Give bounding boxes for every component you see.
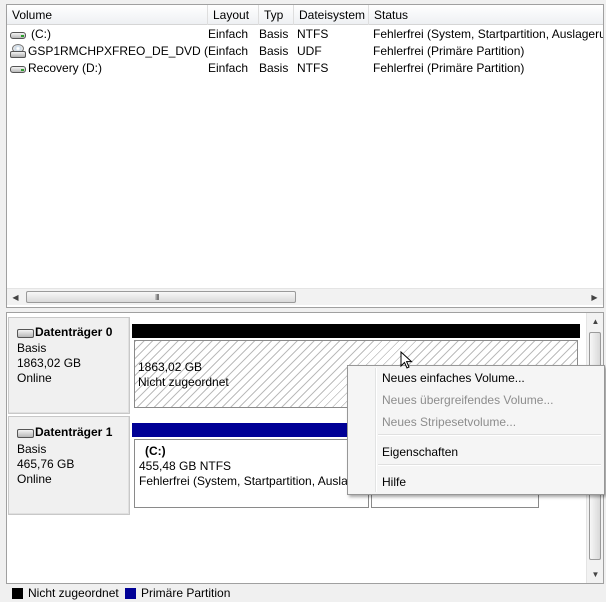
hard-drive-icon: [10, 30, 26, 40]
partition-size: 1863,02 GB: [138, 360, 203, 374]
column-header-status[interactable]: Status: [369, 5, 603, 25]
volume-name: (C:): [31, 27, 51, 41]
volume-layout: Einfach: [208, 44, 249, 58]
disk-type: Basis: [17, 442, 47, 456]
scroll-grip: III: [155, 293, 160, 302]
volume-layout: Einfach: [208, 61, 249, 75]
hard-drive-icon: [10, 64, 26, 74]
menu-separator: [378, 464, 601, 466]
partition-size: 455,48 GB NTFS: [139, 459, 232, 473]
scroll-up-button[interactable]: ▲: [587, 313, 603, 330]
context-menu[interactable]: Neues einfaches Volume... Neues übergrei…: [347, 365, 605, 495]
volume-dateisystem: NTFS: [297, 61, 329, 75]
volume-status: Fehlerfrei (Primäre Partition): [373, 61, 525, 75]
volume-typ: Basis: [259, 61, 289, 75]
volume-name: GSP1RMCHPXFREO_DE_DVD (E:): [28, 44, 208, 58]
volume-status: Fehlerfrei (Primäre Partition): [373, 44, 525, 58]
partition-c[interactable]: (C:) 455,48 GB NTFS Fehlerfrei (System, …: [134, 439, 369, 508]
mouse-pointer-icon: [400, 351, 413, 369]
disk-size: 1863,02 GB: [17, 356, 82, 370]
volume-row[interactable]: GSP1RMCHPXFREO_DE_DVD (E:) Einfach Basis…: [7, 43, 603, 60]
volume-status: Fehlerfrei (System, Startpartition, Ausl…: [373, 27, 604, 41]
volume-typ: Basis: [259, 27, 289, 41]
disk-state: Online: [17, 472, 52, 486]
volume-name: Recovery (D:): [28, 61, 103, 75]
menu-item-help[interactable]: Hilfe: [382, 474, 406, 490]
disk-type: Basis: [17, 341, 47, 355]
legend-label: Nicht zugeordnet: [28, 586, 119, 600]
disk-1-label[interactable]: Datenträger 1 Basis 465,76 GB Online: [8, 416, 130, 515]
disk-size: 465,76 GB: [17, 457, 75, 471]
volume-layout: Einfach: [208, 27, 249, 41]
horizontal-scroll-thumb[interactable]: III: [26, 291, 296, 303]
menu-item-new-striped-volume[interactable]: Neues Stripesetvolume...: [382, 414, 516, 430]
legend: Nicht zugeordnet Primäre Partition: [6, 585, 604, 602]
menu-item-new-spanned-volume[interactable]: Neues übergreifendes Volume...: [382, 392, 553, 408]
volume-dateisystem: UDF: [297, 44, 322, 58]
volume-row[interactable]: (C:) Einfach Basis NTFS Fehlerfrei (Syst…: [7, 26, 603, 43]
volume-list[interactable]: Volume Layout Typ Dateisystem Status (C:…: [6, 4, 604, 308]
disk-0-label[interactable]: Datenträger 0 Basis 1863,02 GB Online: [8, 317, 130, 414]
legend-label: Primäre Partition: [141, 586, 231, 600]
disk-title: Datenträger 1: [35, 425, 113, 439]
column-header-layout[interactable]: Layout: [208, 5, 259, 25]
menu-item-new-simple-volume[interactable]: Neues einfaches Volume...: [382, 370, 525, 386]
volume-dateisystem: NTFS: [297, 27, 329, 41]
column-header-dateisystem[interactable]: Dateisystem: [294, 5, 369, 25]
legend-swatch-unallocated: [12, 588, 23, 599]
disk-state: Online: [17, 371, 52, 385]
partition-status: Fehlerfrei (System, Startpartition, Ausl…: [139, 474, 355, 488]
horizontal-scrollbar[interactable]: ◀ III ▶: [7, 288, 603, 305]
column-header-typ[interactable]: Typ: [259, 5, 294, 25]
hard-disk-icon: [17, 429, 34, 438]
partition-name: (C:): [145, 444, 166, 458]
partition-status: Nicht zugeordnet: [138, 375, 229, 389]
partition-bar-unallocated: [132, 324, 580, 338]
volume-typ: Basis: [259, 44, 289, 58]
legend-swatch-primary: [125, 588, 136, 599]
column-header-volume[interactable]: Volume: [7, 5, 208, 25]
volume-row[interactable]: Recovery (D:) Einfach Basis NTFS Fehlerf…: [7, 60, 603, 77]
disk-title: Datenträger 0: [35, 325, 113, 339]
scroll-down-button[interactable]: ▼: [587, 566, 603, 583]
scroll-right-button[interactable]: ▶: [586, 289, 603, 306]
hard-disk-icon: [17, 329, 34, 338]
menu-separator: [378, 434, 601, 436]
dvd-drive-icon: [10, 44, 26, 59]
scroll-left-button[interactable]: ◀: [7, 289, 24, 306]
menu-item-properties[interactable]: Eigenschaften: [382, 444, 458, 460]
volume-list-header: Volume Layout Typ Dateisystem Status: [7, 5, 603, 25]
